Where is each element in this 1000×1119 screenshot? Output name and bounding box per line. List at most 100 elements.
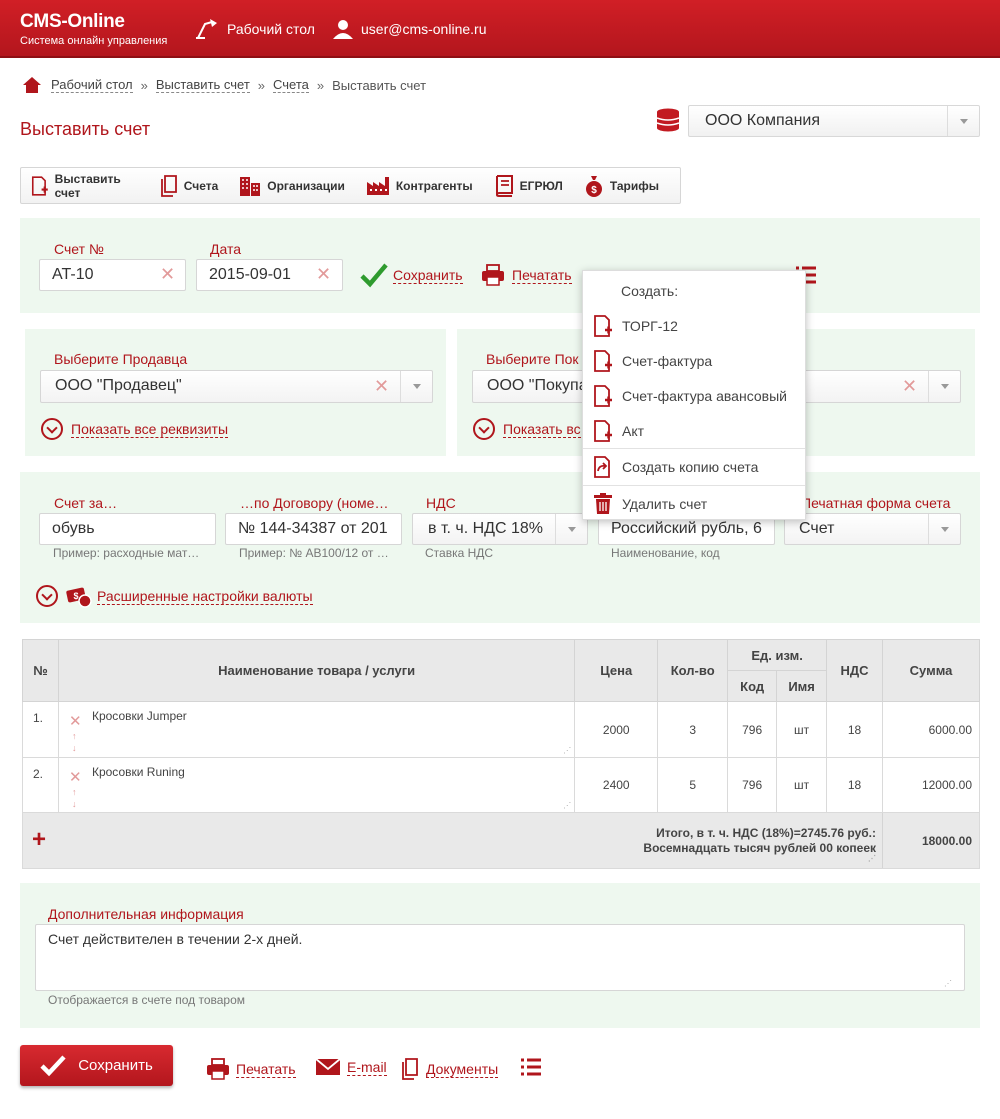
menu-item-invoice-factura[interactable]: Счет-фактура: [593, 350, 712, 372]
reorder-arrows-icon[interactable]: ↑ ↓: [72, 730, 77, 754]
footer-documents-label: Документы: [426, 1060, 499, 1078]
menu-divider: [583, 485, 805, 486]
buyer-label: Выберите Пок: [486, 351, 579, 367]
nav-dashboard-label: Рабочий стол: [227, 21, 315, 37]
chevron-circle-down-icon[interactable]: [36, 585, 58, 607]
resize-handle-icon[interactable]: ⋰: [944, 979, 952, 988]
toolbar-item-label: Организации: [267, 178, 345, 193]
menu-item-copy-invoice[interactable]: Создать копию счета: [593, 456, 758, 478]
row-unit-name[interactable]: шт: [776, 757, 828, 813]
footer-documents[interactable]: Документы: [400, 1058, 499, 1080]
documents-icon: [160, 174, 177, 197]
items-table: № Наименование товара / услуги Цена Кол-…: [21, 639, 980, 869]
row-name[interactable]: Кросовки Jumper: [92, 709, 187, 723]
row-unit-name[interactable]: шт: [776, 701, 828, 758]
col-header-unit-name: Имя: [776, 670, 828, 702]
row-unit-code[interactable]: 796: [727, 757, 778, 813]
chevron-circle-down-icon[interactable]: [41, 418, 63, 440]
row-vat[interactable]: 18: [826, 701, 884, 758]
save-button[interactable]: Сохранить: [20, 1045, 173, 1086]
row-name-cell[interactable]: ✕ ↑ ↓ Кросовки Runing ⋰: [57, 757, 576, 813]
remove-row-icon[interactable]: ✕: [69, 712, 82, 730]
toolbar-item-label: Счета: [183, 178, 219, 193]
additional-info-textarea[interactable]: Счет действителен в течении 2-х дней. ⋰: [35, 924, 965, 991]
menu-item-label: Создать копию счета: [622, 459, 759, 475]
save-button-label: Сохранить: [78, 1057, 153, 1074]
row-unit-code[interactable]: 796: [727, 701, 778, 758]
row-qty[interactable]: 3: [657, 701, 729, 758]
menu-item-label: Удалить счет: [622, 496, 708, 512]
page-title: Выставить счет: [20, 119, 151, 139]
seller-show-details-link[interactable]: Показать все реквизиты: [71, 421, 229, 438]
chevron-down-icon[interactable]: [928, 371, 960, 402]
clear-icon[interactable]: ✕: [160, 264, 175, 285]
toolbar-invoices[interactable]: Счета: [160, 174, 219, 197]
documents-icon: [402, 1058, 418, 1080]
remove-row-icon[interactable]: ✕: [69, 768, 82, 786]
toolbar-tariffs[interactable]: $ Тарифы: [584, 175, 659, 197]
toolbar-item-label: Тарифы: [609, 178, 659, 193]
nav-user[interactable]: user@cms-online.ru: [333, 0, 486, 58]
envelope-icon: [315, 1058, 341, 1075]
col-header-price: Цена: [574, 639, 659, 702]
clear-icon[interactable]: ✕: [374, 376, 389, 397]
menu-item-advance-invoice[interactable]: Счет-фактура авансовый: [593, 385, 787, 407]
vat-select[interactable]: в т. ч. НДС 18%: [412, 513, 588, 545]
clear-icon[interactable]: ✕: [316, 264, 331, 285]
chevron-circle-down-icon[interactable]: [473, 418, 495, 440]
contract-input[interactable]: № 144-34387 от 201: [225, 513, 402, 545]
print-link[interactable]: Печатать: [512, 267, 572, 284]
print-form-select[interactable]: Счет: [784, 513, 961, 545]
book-icon: [495, 174, 513, 197]
footer-email[interactable]: E-mail: [315, 1058, 387, 1076]
row-qty[interactable]: 5: [657, 757, 729, 813]
vat-label: НДС: [426, 495, 456, 511]
total-words-line: Восемнадцать тысяч рублей 00 копеек: [643, 840, 877, 855]
currency-settings-link[interactable]: Расширенные настройки валюты: [97, 588, 313, 605]
breadcrumb-dashboard[interactable]: Рабочий стол: [51, 77, 133, 93]
document-add-icon: [31, 175, 48, 196]
chevron-down-icon[interactable]: [400, 371, 432, 402]
chevron-down-icon[interactable]: [947, 106, 979, 136]
breadcrumb-separator: »: [257, 77, 266, 93]
document-add-icon: [594, 350, 612, 372]
printer-icon[interactable]: [481, 264, 505, 286]
row-name[interactable]: Кросовки Runing: [92, 765, 185, 779]
menu-item-torg12[interactable]: ТОРГ-12: [593, 315, 678, 337]
breadcrumb-create-invoice[interactable]: Выставить счет: [155, 77, 250, 93]
list-icon[interactable]: [520, 1057, 542, 1077]
toolbar-item-label: Контрагенты: [395, 178, 473, 193]
company-select-value: ООО Компания: [705, 112, 820, 129]
row-price[interactable]: 2000: [574, 701, 659, 758]
row-name-cell[interactable]: ✕ ↑ ↓ Кросовки Jumper ⋰: [57, 701, 576, 758]
footer-print[interactable]: Печатать: [206, 1058, 296, 1080]
add-row-icon[interactable]: +: [32, 828, 46, 852]
toolbar-contractors[interactable]: Контрагенты: [366, 176, 473, 196]
reorder-arrows-icon[interactable]: ↑ ↓: [72, 786, 77, 810]
menu-item-act[interactable]: Акт: [593, 420, 644, 442]
invoice-for-input[interactable]: обувь: [39, 513, 216, 545]
col-header-sum: Сумма: [882, 639, 980, 702]
toolbar-egrul[interactable]: ЕГРЮЛ: [494, 174, 563, 197]
row-sum: 6000.00: [882, 701, 980, 758]
home-icon[interactable]: [22, 76, 42, 94]
col-header-unit: Ед. изм.: [727, 639, 828, 671]
toolbar-create-invoice[interactable]: Выставить счет: [31, 172, 139, 200]
resize-handle-icon[interactable]: ⋰: [563, 801, 571, 810]
row-price[interactable]: 2400: [574, 757, 659, 813]
clear-icon[interactable]: ✕: [902, 376, 917, 397]
row-vat[interactable]: 18: [826, 757, 884, 813]
brand-logo[interactable]: CMS-Online Система онлайн управления: [20, 11, 167, 47]
resize-handle-icon[interactable]: ⋰: [563, 746, 571, 755]
company-select[interactable]: ООО Компания: [688, 105, 980, 137]
invoice-date-label: Дата: [210, 241, 242, 257]
save-link[interactable]: Сохранить: [393, 267, 463, 284]
menu-item-delete-invoice[interactable]: Удалить счет: [593, 493, 707, 515]
toolbar-item-label: ЕГРЮЛ: [519, 178, 563, 193]
resize-handle-icon[interactable]: ⋰: [868, 851, 876, 866]
chevron-down-icon[interactable]: [928, 514, 960, 544]
buyer-show-details-link[interactable]: Показать вс: [503, 421, 581, 438]
breadcrumb-invoices[interactable]: Счета: [273, 77, 309, 93]
nav-dashboard[interactable]: Рабочий стол: [195, 0, 315, 58]
toolbar-organizations[interactable]: Организации: [239, 175, 345, 197]
